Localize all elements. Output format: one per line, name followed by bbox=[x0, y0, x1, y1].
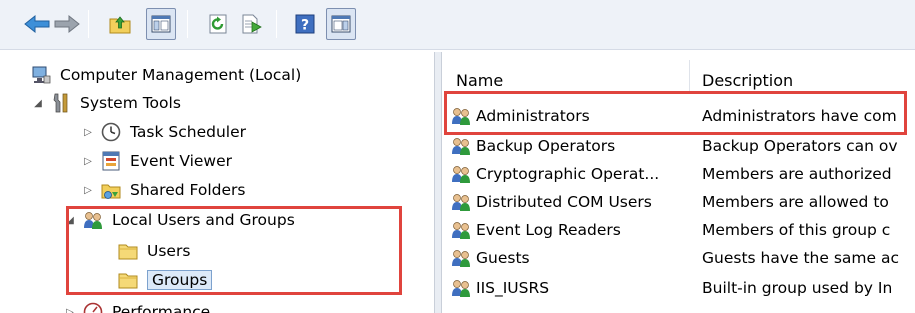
tree-label: Computer Management (Local) bbox=[60, 66, 302, 84]
group-icon bbox=[450, 219, 472, 241]
tree-item-task-scheduler[interactable]: ▷ Task Scheduler bbox=[80, 118, 246, 146]
tree-item-system-tools[interactable]: ◢ System Tools bbox=[30, 89, 181, 117]
svg-text:?: ? bbox=[301, 18, 309, 34]
group-icon bbox=[450, 163, 472, 185]
help-button[interactable]: ? bbox=[290, 8, 320, 40]
back-arrow-icon bbox=[24, 14, 50, 34]
group-description: Guests have the same ac bbox=[702, 249, 900, 267]
group-icon bbox=[450, 277, 472, 299]
highlight-box-local-users-groups bbox=[66, 206, 402, 295]
group-name: Guests bbox=[476, 249, 530, 267]
expanded-arrow-icon[interactable]: ◢ bbox=[30, 95, 46, 111]
clock-icon bbox=[100, 121, 122, 143]
show-hide-action-pane-button[interactable] bbox=[326, 8, 356, 40]
performance-icon bbox=[82, 301, 104, 313]
group-description: Members are authorized bbox=[702, 165, 892, 183]
list-item[interactable]: Guests bbox=[450, 244, 530, 272]
tree-label: Shared Folders bbox=[130, 181, 246, 199]
column-separator[interactable] bbox=[689, 60, 690, 92]
details-list: Name Description Administrators Administ… bbox=[442, 52, 915, 313]
group-description: Members are allowed to bbox=[702, 193, 889, 211]
help-icon: ? bbox=[295, 14, 315, 34]
tree-item-event-viewer[interactable]: ▷ Event Viewer bbox=[80, 147, 232, 175]
group-description: Backup Operators can ov bbox=[702, 137, 898, 155]
back-button[interactable] bbox=[22, 8, 52, 40]
action-pane-icon bbox=[331, 15, 351, 33]
group-description: Built-in group used by In bbox=[702, 279, 893, 297]
folder-up-icon bbox=[109, 16, 131, 34]
event-viewer-icon bbox=[100, 150, 122, 172]
group-icon bbox=[450, 247, 472, 269]
list-item[interactable]: Backup Operators bbox=[450, 132, 615, 160]
toolbar: ? bbox=[0, 0, 915, 50]
column-header-name[interactable]: Name bbox=[456, 62, 503, 90]
collapsed-arrow-icon[interactable]: ▷ bbox=[80, 124, 96, 140]
list-item[interactable]: Event Log Readers bbox=[450, 216, 621, 244]
tree-label: Task Scheduler bbox=[130, 123, 246, 141]
export-list-icon bbox=[242, 14, 262, 34]
group-icon bbox=[450, 191, 472, 213]
column-header-description[interactable]: Description bbox=[702, 62, 793, 90]
computer-management-icon bbox=[30, 64, 52, 86]
tree-item-performance[interactable]: ▷ Performance bbox=[62, 298, 210, 313]
refresh-icon bbox=[209, 14, 227, 34]
console-tree: Computer Management (Local) ◢ System Too… bbox=[0, 52, 434, 313]
collapsed-arrow-icon[interactable]: ▷ bbox=[80, 182, 96, 198]
group-name: Cryptographic Operat... bbox=[476, 165, 660, 183]
group-icon bbox=[450, 135, 472, 157]
tree-item-computer-management[interactable]: Computer Management (Local) bbox=[30, 61, 301, 89]
tree-label: System Tools bbox=[80, 94, 181, 112]
pane-splitter[interactable] bbox=[434, 52, 442, 313]
highlight-box-administrators bbox=[444, 91, 907, 135]
collapsed-arrow-icon[interactable]: ▷ bbox=[62, 304, 78, 313]
toolbar-separator bbox=[276, 10, 277, 38]
tree-label: Event Viewer bbox=[130, 152, 233, 170]
tools-icon bbox=[50, 92, 72, 114]
console-tree-icon bbox=[151, 15, 171, 33]
tree-item-shared-folders[interactable]: ▷ Shared Folders bbox=[80, 176, 245, 204]
collapsed-arrow-icon[interactable]: ▷ bbox=[80, 153, 96, 169]
forward-button[interactable] bbox=[52, 8, 82, 40]
list-item[interactable]: Distributed COM Users bbox=[450, 188, 652, 216]
refresh-button[interactable] bbox=[203, 8, 233, 40]
group-name: IIS_IUSRS bbox=[476, 279, 550, 297]
group-name: Backup Operators bbox=[476, 137, 616, 155]
group-name: Distributed COM Users bbox=[476, 193, 652, 211]
up-folder-button[interactable] bbox=[105, 8, 135, 40]
forward-arrow-icon bbox=[54, 14, 80, 34]
shared-folder-icon bbox=[100, 179, 122, 201]
toolbar-separator bbox=[88, 10, 89, 38]
list-item[interactable]: Cryptographic Operat... bbox=[450, 160, 659, 188]
group-description: Members of this group c bbox=[702, 221, 891, 239]
show-hide-console-tree-button[interactable] bbox=[146, 8, 176, 40]
export-list-button[interactable] bbox=[236, 8, 266, 40]
tree-label: Performance bbox=[112, 303, 211, 313]
list-item[interactable]: IIS_IUSRS bbox=[450, 274, 549, 302]
toolbar-separator bbox=[187, 10, 188, 38]
group-name: Event Log Readers bbox=[476, 221, 621, 239]
